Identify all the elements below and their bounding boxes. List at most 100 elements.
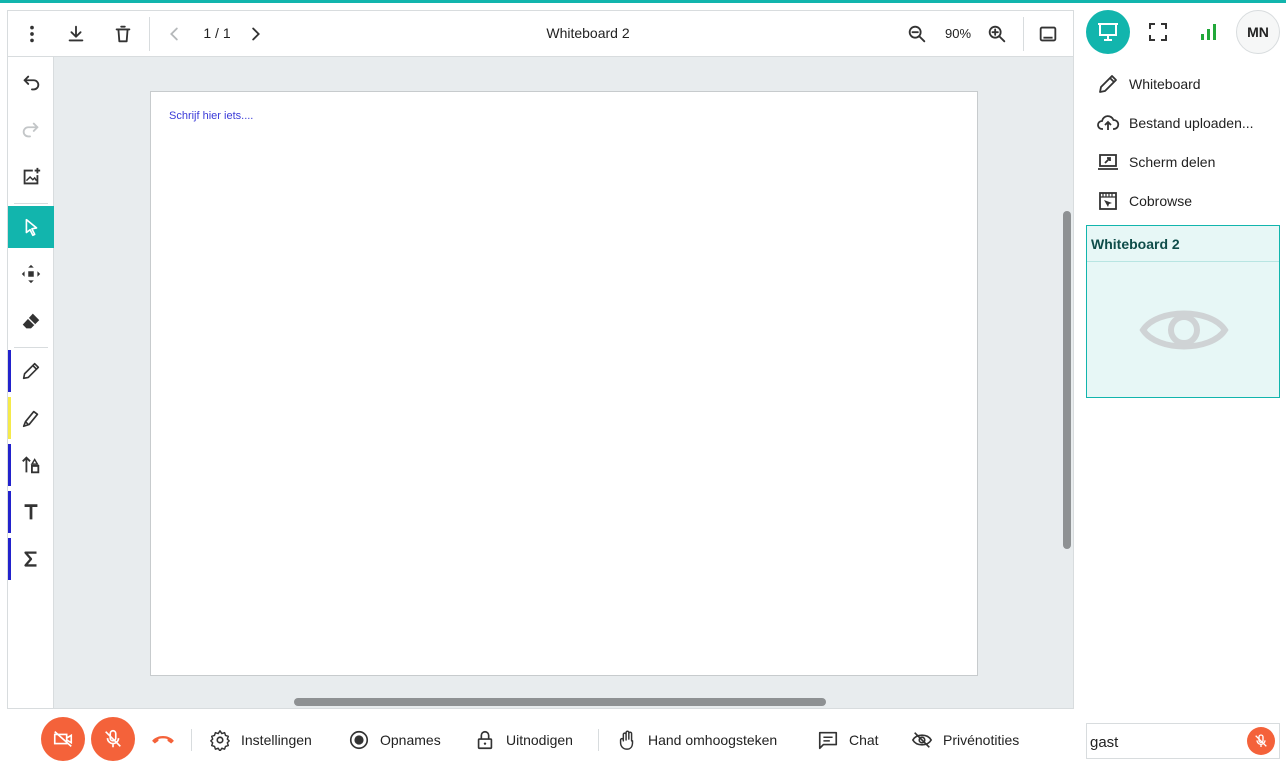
add-image-icon [23,167,41,185]
menu-item-label: Cobrowse [1129,192,1193,209]
redo-icon [22,122,39,138]
highlighter-color-indicator [8,397,11,439]
recordings-button[interactable]: Opnames [348,727,441,753]
raise-hand-label: Hand omhoogsteken [648,732,778,748]
undo-icon [23,75,40,91]
cloud-upload-icon [1097,114,1120,130]
menu-item-upload-file[interactable]: Bestand uploaden... [1086,103,1286,142]
phone-hangup-icon [152,736,174,744]
bottom-bar-divider [598,729,599,751]
eye-icon [1139,310,1229,350]
chat-label: Chat [849,732,879,748]
toggle-panel-button[interactable] [1031,17,1065,51]
more-options-button[interactable] [15,17,49,51]
pen-color-indicator [8,350,11,392]
horizontal-scroll-thumb[interactable] [294,698,826,706]
microphone-toggle-button[interactable] [91,717,135,761]
panel-bottom-icon [1039,26,1057,42]
avatar[interactable]: MN [1236,10,1280,54]
camera-off-icon [53,731,73,747]
microphone-off-icon [1255,734,1267,747]
delete-button[interactable] [106,17,140,51]
whiteboard-canvas[interactable]: Schrijf hier iets.... [54,57,1073,708]
whiteboard-page[interactable]: Schrijf hier iets.... [150,91,978,676]
download-icon [68,25,84,42]
shapes-arrow-icon [22,456,40,474]
recordings-label: Opnames [380,732,441,748]
drawing-tools [8,57,54,708]
page-indicator: 1 / 1 [203,25,231,41]
menu-item-label: Scherm delen [1129,153,1216,170]
participant-tile: gast [1086,723,1280,759]
undo-button[interactable] [8,62,54,104]
eye-off-icon [911,732,933,748]
cursor-icon [25,218,38,237]
text-tool[interactable] [8,491,54,533]
add-image-button[interactable] [8,156,54,198]
zoom-in-icon [988,25,1006,43]
next-page-button[interactable] [238,17,272,51]
microphone-off-icon [105,729,121,748]
text-color-indicator [8,491,11,533]
connection-quality-indicator[interactable] [1186,10,1230,54]
private-notes-button[interactable]: Privénotities [911,727,1019,753]
invite-button[interactable]: Uitnodigen [474,727,573,753]
menu-item-cobrowse[interactable]: Cobrowse [1086,181,1286,220]
signal-bars-icon [1201,24,1216,40]
formula-color-indicator [8,538,11,580]
move-icon [21,264,41,284]
download-button[interactable] [59,17,93,51]
shape-color-indicator [8,444,11,486]
pen-tool[interactable] [8,350,54,392]
vertical-scroll-thumb[interactable] [1063,211,1071,549]
lock-icon [477,730,493,750]
toolbar-divider [1023,17,1024,51]
vertical-scrollbar[interactable] [1062,59,1072,695]
menu-item-whiteboard[interactable]: Whiteboard [1086,64,1286,103]
sigma-icon [24,551,37,567]
whiteboard-title: Whiteboard 2 [546,25,630,41]
zoom-in-button[interactable] [980,17,1014,51]
shape-tool[interactable] [8,444,54,486]
previous-page-button[interactable] [158,17,192,51]
pencil-icon [22,362,40,380]
pencil-icon [1099,74,1117,93]
participant-name: gast [1090,734,1119,751]
zoom-out-button[interactable] [900,17,934,51]
camera-toggle-button[interactable] [41,717,85,761]
select-tool[interactable] [8,206,54,248]
zoom-out-icon [908,25,926,43]
text-icon [24,504,38,520]
hand-icon [619,730,634,750]
presentation-icon [1098,23,1118,41]
redo-button[interactable] [8,109,54,151]
participant-mic-status [1247,727,1275,755]
canvas-placeholder-text[interactable]: Schrijf hier iets.... [169,110,253,122]
hang-up-button[interactable] [148,728,178,750]
formula-tool[interactable] [8,538,54,580]
presentation-button[interactable] [1086,10,1130,54]
menu-item-share-screen[interactable]: Scherm delen [1086,142,1286,181]
chat-button[interactable]: Chat [817,727,879,753]
horizontal-scrollbar[interactable] [56,697,1060,707]
active-whiteboard-card[interactable]: Whiteboard 2 [1086,225,1280,398]
screen-share-icon [1098,153,1118,170]
highlighter-tool[interactable] [8,397,54,439]
invite-label: Uitnodigen [506,732,573,748]
more-vertical-icon [30,25,34,43]
trash-icon [115,25,131,43]
toolbar-divider [149,17,150,51]
whiteboard-panel: 1 / 1 Whiteboard 2 90% Schrijf hier iets… [7,10,1074,709]
fullscreen-icon [1149,23,1167,41]
zoom-level: 90% [944,26,972,41]
fullscreen-button[interactable] [1136,10,1180,54]
bottom-bar-divider [191,729,192,751]
move-tool[interactable] [8,253,54,295]
eraser-tool[interactable] [8,300,54,342]
right-panel-header: MN [1086,10,1286,56]
top-accent-line [0,0,1286,3]
chevron-left-icon [170,27,178,41]
settings-button[interactable]: Instellingen [209,727,312,753]
raise-hand-button[interactable]: Hand omhoogsteken [616,727,777,753]
record-icon [349,730,369,750]
